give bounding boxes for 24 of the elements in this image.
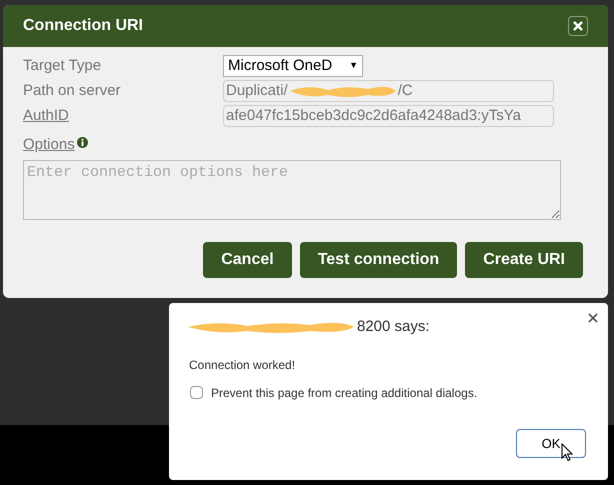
dialog-title: Connection URI (23, 16, 143, 36)
info-icon[interactable] (76, 136, 88, 148)
alert-title: 8200 says: (357, 317, 430, 337)
checkbox[interactable] (190, 386, 203, 399)
close-button[interactable] (568, 16, 588, 36)
field-label[interactable]: Options (23, 134, 75, 156)
field-label: Path on server (23, 80, 122, 101)
field-label[interactable]: AuthID (23, 104, 223, 128)
dialog-button[interactable]: Cancel (203, 242, 292, 278)
checkbox-label: Prevent this page from creating additional dialogs. (211, 384, 478, 402)
dialog-button[interactable]: Create URI (465, 242, 583, 278)
cursor-icon (561, 443, 573, 462)
dropdown[interactable]: Microsoft OneD ▼ (223, 55, 363, 77)
close-button[interactable] (586, 311, 600, 325)
caret-icon: ▼ (349, 59, 358, 73)
field-label: Target Type (23, 56, 102, 76)
text-field[interactable]: afe047fc15bceb3dc9c2d6afa4248ad3:yTsYa (223, 105, 554, 127)
close-icon (588, 313, 598, 323)
close-icon (573, 21, 583, 31)
dialog-button[interactable]: Test connection (300, 242, 458, 278)
text-field[interactable]: Duplicati/ /C (223, 80, 554, 102)
ok-button[interactable]: OK (516, 429, 586, 458)
options-textarea[interactable]: Enter connection options here (23, 160, 561, 220)
alert-message: Connection worked! (189, 356, 296, 374)
